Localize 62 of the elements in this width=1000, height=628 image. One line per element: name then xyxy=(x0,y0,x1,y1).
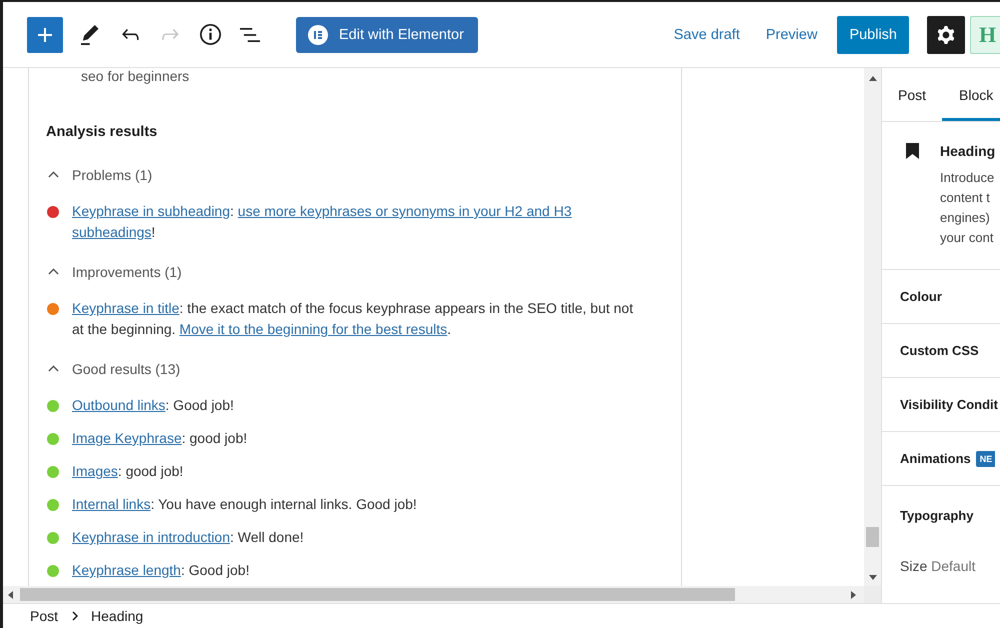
breadcrumb-item[interactable]: Post xyxy=(30,608,58,624)
result-text: Keyphrase in introduction: Well done! xyxy=(72,528,304,547)
breadcrumb-current: Heading xyxy=(91,608,144,624)
settings-icon xyxy=(938,26,954,44)
size-label: Size xyxy=(900,558,928,574)
keyphrase-text: seo for beginners xyxy=(81,68,190,84)
chevron-right-icon xyxy=(72,611,78,621)
plus-icon xyxy=(38,28,52,42)
result-link[interactable]: Image Keyphrase xyxy=(72,430,182,446)
result-text: Internal links: You have enough internal links. Good job! xyxy=(72,495,417,514)
group-toggle[interactable]: Good results (13) xyxy=(46,358,180,379)
undo-icon[interactable] xyxy=(122,29,138,40)
sidebar-tab[interactable]: Post xyxy=(882,68,942,121)
scrollbar-thumb[interactable] xyxy=(20,588,735,601)
result-text: Keyphrase in subheading: use more keyphrases or synonyms in your H2 and H3 subheadings! xyxy=(72,202,573,242)
result-text: Image Keyphrase: good job! xyxy=(72,429,248,448)
result-link[interactable]: subheadings xyxy=(72,224,152,240)
plugin-button[interactable]: H xyxy=(970,16,1000,54)
result-link[interactable]: Keyphrase in title xyxy=(72,300,180,316)
result-text: Keyphrase length: Good job! xyxy=(72,561,250,580)
list-view-icon[interactable] xyxy=(240,28,260,42)
result-link[interactable]: Internal links xyxy=(72,496,151,512)
block-description: Introduce content t engines) your cont xyxy=(940,169,994,247)
add-button[interactable] xyxy=(27,16,63,52)
panel-toggle[interactable]: Animations NE xyxy=(882,432,1000,486)
block-title: Heading xyxy=(940,142,996,161)
result-text: Keyphrase in title: the exact match of the focus keyphrase appears in the SEO title, but not at the beginning. Move it to the beginning for the best results. xyxy=(72,299,634,339)
logo-icon xyxy=(308,24,328,44)
size-value: Default xyxy=(931,558,976,574)
status-badge: NE xyxy=(976,450,996,466)
vertical-scrollbar[interactable] xyxy=(864,68,881,586)
section-heading: Analysis results xyxy=(46,123,158,142)
result-link[interactable]: Keyphrase length xyxy=(72,562,181,578)
group-toggle[interactable]: Problems (1) xyxy=(46,164,152,185)
panel-toggle[interactable]: Custom CSS xyxy=(882,324,1000,378)
result-text: Outbound links: Good job! xyxy=(72,396,234,415)
group-toggle[interactable]: Improvements (1) xyxy=(46,261,182,282)
left-arrow-icon[interactable] xyxy=(8,590,13,598)
panel-toggle[interactable]: Colour xyxy=(882,270,1000,324)
result-link[interactable]: Images xyxy=(72,463,118,479)
scrollbar-thumb[interactable] xyxy=(866,527,879,547)
down-arrow-icon[interactable] xyxy=(868,574,876,580)
up-arrow-icon[interactable] xyxy=(868,76,876,80)
result-link[interactable]: Outbound links xyxy=(72,397,166,413)
result-link[interactable]: Keyphrase in introduction xyxy=(72,529,230,545)
edit-with-elementor-button[interactable]: Edit with Elementor xyxy=(296,16,478,52)
right-arrow-icon[interactable] xyxy=(851,590,856,598)
info-icon[interactable] xyxy=(200,24,220,45)
horizontal-scrollbar[interactable] xyxy=(3,586,864,603)
result-link[interactable]: Move it to the beginning for the best results xyxy=(179,321,448,337)
result-link[interactable]: use more keyphrases or synonyms in your H2 and H3 xyxy=(238,203,572,219)
save-draft-button[interactable]: Save draft xyxy=(668,16,746,52)
panel-toggle[interactable]: Visibility Condit xyxy=(882,378,1000,432)
sidebar-tab[interactable]: Block xyxy=(942,68,1000,121)
pencil-icon[interactable] xyxy=(81,24,99,44)
publish-button[interactable]: Publish xyxy=(837,16,909,54)
bookmark-icon xyxy=(906,143,919,159)
settings-button[interactable] xyxy=(927,16,965,54)
result-text: Images: good job! xyxy=(72,462,184,481)
result-link[interactable]: Keyphrase in subheading xyxy=(72,203,230,219)
panel-toggle[interactable]: Typography xyxy=(882,486,1000,544)
preview-button[interactable]: Preview xyxy=(760,16,824,52)
